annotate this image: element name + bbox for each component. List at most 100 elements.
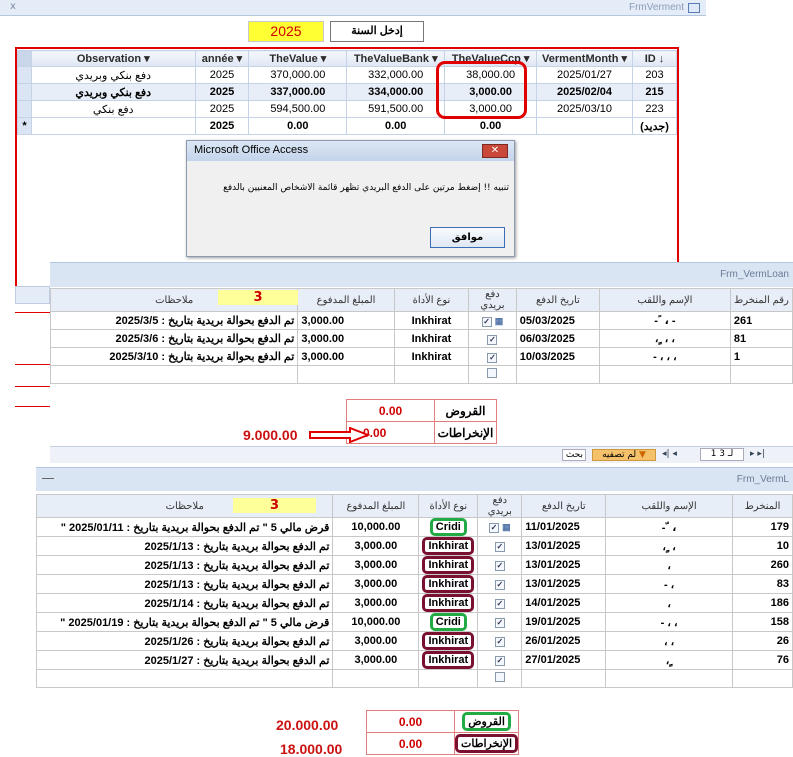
cell-name[interactable]: ، ٍ ، (605, 536, 733, 556)
cell-date[interactable]: 13/01/2025 (521, 555, 607, 575)
checkbox-icon[interactable]: ✓ (494, 561, 505, 571)
cell-postal[interactable]: ✓ (468, 329, 517, 348)
checkbox-icon[interactable]: ✓ (487, 334, 498, 345)
cell-amount[interactable]: 3,000.00 (297, 347, 395, 366)
cell-note[interactable]: تم الدفع بحوالة بريدية بتاريخ : 2025/1/2… (35, 631, 334, 651)
cell-amount[interactable]: 3,000.00 (332, 574, 420, 594)
cell-member[interactable]: 261 (729, 311, 793, 330)
cell-note[interactable]: قرض مالي 5 " تم الدفع بحوالة بريدية بتار… (35, 612, 334, 632)
cell-amount[interactable]: 10,000.00 (332, 612, 420, 632)
checkbox-icon[interactable]: ✓ (494, 656, 505, 666)
cell-name[interactable]: ، (605, 593, 733, 613)
cell-date[interactable]: 26/01/2025 (521, 631, 607, 651)
cell-tool[interactable]: Inkhirat (393, 329, 470, 348)
cell-member[interactable]: 26 (731, 631, 793, 651)
cell-amount[interactable]: 10,000.00 (332, 517, 420, 537)
cell-member[interactable]: 179 (731, 517, 793, 537)
table-row[interactable]: تم الدفع بحوالة بريدية بتاريخ : 2025/1/1… (35, 536, 793, 556)
table-row[interactable]: تم الدفع بحوالة بريدية بتاريخ : 2025/1/2… (35, 650, 793, 670)
cell-date[interactable]: 14/01/2025 (521, 593, 607, 613)
cell-member[interactable]: 76 (731, 650, 793, 670)
new-row[interactable] (49, 365, 793, 384)
cell-member[interactable]: 10 (731, 536, 793, 556)
cell-postal[interactable]: ✓ (468, 347, 517, 366)
cell-note[interactable]: قرض مالي 5 " تم الدفع بحوالة بريدية بتار… (35, 517, 334, 537)
checkbox-icon[interactable] (487, 368, 498, 378)
cell-date[interactable]: 10/03/2025 (515, 347, 600, 366)
cell-member[interactable]: 81 (729, 329, 793, 348)
close-icon[interactable]: x (10, 1, 16, 12)
calendar-icon[interactable]: ▦ (495, 316, 504, 326)
new-row[interactable] (35, 669, 793, 688)
cell-amount[interactable]: 3,000.00 (332, 631, 420, 651)
cell-postal[interactable]: ✓ (477, 593, 523, 613)
cell-name[interactable]: - ّ ، (605, 517, 733, 537)
cell-postal[interactable]: ✓ (477, 555, 523, 575)
cell-date[interactable]: 19/01/2025 (521, 612, 607, 632)
cell-note[interactable]: تم الدفع بحوالة بريدية بتاريخ : 2025/1/1… (35, 536, 334, 556)
table-row[interactable]: تم الدفع بحوالة بريدية بتاريخ : 2025/1/1… (35, 593, 793, 613)
cell-name[interactable]: - ، ، (605, 612, 733, 632)
checkbox-icon[interactable]: ✓ (489, 523, 500, 533)
cell-name[interactable]: ، (605, 555, 733, 575)
cell-note[interactable]: تم الدفع بحوالة بريدية بتاريخ : 2025/1/1… (35, 555, 334, 575)
cell-postal[interactable]: ✓ ▦ (477, 517, 523, 537)
nav-first-prev[interactable]: ◂| ◂ (662, 449, 677, 459)
table-row[interactable]: تم الدفع بحوالة بريدية بتاريخ : 2025/1/1… (35, 555, 793, 575)
filter-indicator[interactable]: لم تصفيه ▼ (592, 449, 656, 461)
cell-amount[interactable]: 3,000.00 (297, 329, 395, 348)
search-box[interactable]: بحث (562, 449, 586, 461)
cell-amount[interactable]: 3,000.00 (332, 555, 420, 575)
cell-postal[interactable]: ✓ (477, 536, 523, 556)
cell-tool[interactable]: Cridi (418, 517, 479, 537)
cell-name[interactable]: ، ٍ ، ، (598, 329, 731, 348)
cell-tool[interactable]: Inkhirat (393, 347, 470, 366)
checkbox-icon[interactable]: ✓ (494, 618, 505, 628)
nav-next-last[interactable]: ▸ ▸| (750, 449, 765, 459)
cell-tool[interactable]: Inkhirat (418, 631, 479, 651)
cell-name[interactable]: - ، ، ، (598, 347, 731, 366)
cell-tool[interactable]: Inkhirat (418, 593, 479, 613)
cell-tool[interactable]: Inkhirat (418, 555, 479, 575)
checkbox-icon[interactable]: ✓ (494, 599, 505, 609)
cell-amount[interactable]: 3,000.00 (297, 311, 395, 330)
cell-name[interactable]: - ، (605, 574, 733, 594)
record-counter[interactable]: 1 لـ 3 (700, 448, 744, 461)
table-row[interactable]: قرض مالي 5 " تم الدفع بحوالة بريدية بتار… (35, 517, 793, 537)
cell-tool[interactable]: Inkhirat (418, 536, 479, 556)
cell-amount[interactable]: 3,000.00 (332, 593, 420, 613)
checkbox-icon[interactable]: ✓ (481, 316, 492, 327)
checkbox-icon[interactable] (494, 672, 505, 682)
cell-note[interactable]: تم الدفع بحوالة بريدية بتاريخ : 2025/3/5 (49, 311, 299, 330)
cell-name[interactable]: ، ٍ (605, 650, 733, 670)
year-value-field[interactable]: 2025 (248, 21, 324, 42)
table-row[interactable]: تم الدفع بحوالة بريدية بتاريخ : 2025/1/1… (35, 574, 793, 594)
cell-date[interactable]: 06/03/2025 (515, 329, 600, 348)
year-label-button[interactable]: إدخل السنة (330, 21, 424, 42)
cell-amount[interactable]: 3,000.00 (332, 536, 420, 556)
checkbox-icon[interactable]: ✓ (487, 352, 498, 363)
table-row[interactable]: قرض مالي 5 " تم الدفع بحوالة بريدية بتار… (35, 612, 793, 632)
cell-postal[interactable]: ✓ (477, 650, 523, 670)
cell-member[interactable]: 83 (731, 574, 793, 594)
cell-date[interactable]: 13/01/2025 (521, 536, 607, 556)
table-row[interactable]: تم الدفع بحوالة بريدية بتاريخ : 2025/1/2… (35, 631, 793, 651)
table-row[interactable]: تم الدفع بحوالة بريدية بتاريخ : 2025/3/5… (49, 311, 793, 330)
cell-note[interactable]: تم الدفع بحوالة بريدية بتاريخ : 2025/3/6 (49, 329, 299, 348)
checkbox-icon[interactable]: ✓ (494, 580, 505, 590)
cell-postal[interactable]: ✓ ▦ (468, 311, 517, 330)
cell-tool[interactable]: Inkhirat (418, 650, 479, 670)
minimize-icon[interactable] (42, 478, 54, 479)
ok-button[interactable]: موافق (430, 227, 505, 248)
table-row[interactable]: تم الدفع بحوالة بريدية بتاريخ : 2025/3/1… (49, 347, 793, 366)
cell-postal[interactable]: ✓ (477, 612, 523, 632)
checkbox-icon[interactable]: ✓ (494, 542, 505, 552)
cell-member[interactable]: 1 (729, 347, 793, 366)
cell-note[interactable]: تم الدفع بحوالة بريدية بتاريخ : 2025/3/1… (49, 347, 299, 366)
cell-member[interactable]: 158 (731, 612, 793, 632)
checkbox-icon[interactable]: ✓ (494, 637, 505, 647)
cell-note[interactable]: تم الدفع بحوالة بريدية بتاريخ : 2025/1/2… (35, 650, 334, 670)
cell-name[interactable]: - ً ، - (598, 311, 731, 330)
cell-member[interactable]: 186 (731, 593, 793, 613)
close-icon[interactable]: ✕ (482, 144, 508, 158)
